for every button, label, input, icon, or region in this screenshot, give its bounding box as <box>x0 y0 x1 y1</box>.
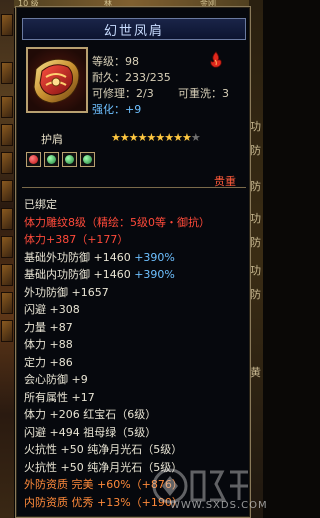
star-icon: ★ <box>111 131 121 144</box>
stat-line: 基础内功防御 +1460 +390% <box>24 266 250 284</box>
stat-bonus: +390% <box>130 250 175 264</box>
item-tooltip: 幻世凤肩 等级：98 耐久：233/235 可修理：2/3 可重洗：3 强化：+… <box>15 6 251 518</box>
star-icon: ★ <box>173 131 183 144</box>
skill-slot[interactable] <box>1 292 13 314</box>
item-durability: 耐久：233/235 <box>92 71 171 84</box>
side-char: 黄 <box>250 366 261 379</box>
stat-line: 体力+387（+177） <box>24 233 129 246</box>
gem-stat-line: 火抗性 +50 纯净月光石（5级） <box>24 443 183 456</box>
stat-line: 体力 +88 <box>24 338 73 351</box>
divider <box>22 187 246 188</box>
item-name: 幻世凤肩 <box>103 23 164 39</box>
stat-line: 外功防御 +1657 <box>24 285 109 299</box>
stat-line: 会心防御 +9 <box>24 373 88 386</box>
stat-text: 基础外功防御 +1460 <box>24 250 131 264</box>
skill-slot[interactable] <box>1 152 13 174</box>
skill-slot[interactable] <box>1 180 13 202</box>
star-icon: ★ <box>164 131 174 144</box>
star-icon: ★ <box>182 131 192 144</box>
star-icon: ★ <box>128 131 139 144</box>
side-char: 功 <box>250 120 261 133</box>
item-enhance: 强化：+9 <box>92 103 142 116</box>
skill-slot[interactable] <box>1 236 13 258</box>
item-title-bar: 幻世凤肩 <box>22 18 246 40</box>
side-char: 功 <box>250 264 261 277</box>
stat-line: 闪避 +308 <box>24 303 80 316</box>
bound-status: 已绑定 <box>24 198 57 211</box>
aptitude-line: 外防资质 完美 +60%（+876） <box>24 478 183 491</box>
gem-socket-red <box>26 152 41 167</box>
stat-line: 力量 +87 <box>24 320 73 334</box>
game-background-left <box>0 0 14 518</box>
side-char: 防 <box>250 180 261 193</box>
skill-slot[interactable] <box>1 208 13 230</box>
gem-sockets <box>26 152 95 168</box>
skill-slot[interactable] <box>1 96 13 118</box>
stat-line: 所有属性 +17 <box>24 390 95 404</box>
stat-line: 基础外功防御 +1460 +390% <box>24 249 250 267</box>
star-icon: ★ <box>190 131 201 144</box>
stat-list: 已绑定 体力雕纹8级（精绘：5级0等・御抗） 体力+387（+177） 基础外功… <box>24 196 250 511</box>
item-repair-count: 可修理：2/3 <box>92 87 154 100</box>
skill-slot[interactable] <box>1 264 13 286</box>
stat-line: 定力 +86 <box>24 355 73 369</box>
side-char: 防 <box>250 144 261 157</box>
game-background-right: 功 防 防 功 防 功 防 黄 <box>249 0 263 518</box>
star-rating: ★★★★★★★★★★ <box>111 131 201 144</box>
gem-stat-line: 火抗性 +50 纯净月光石（5级） <box>24 460 183 474</box>
item-icon <box>26 47 88 113</box>
gem-stat-line: 体力 +206 红宝石（6级） <box>24 408 157 421</box>
side-char: 防 <box>250 288 261 301</box>
shoulder-guard-icon <box>33 58 80 104</box>
side-char: 功 <box>250 212 261 225</box>
gem-stat-line: 闪避 +494 祖母绿（5级） <box>24 425 157 439</box>
side-char: 防 <box>250 236 261 249</box>
gem-socket-green <box>80 152 95 167</box>
item-level: 等级：98 <box>92 55 139 68</box>
stat-text: 基础内功防御 +1460 <box>24 268 131 281</box>
star-icon: ★ <box>155 131 165 144</box>
skill-slot[interactable] <box>1 320 13 342</box>
skill-slot[interactable] <box>1 124 13 146</box>
star-icon: ★ <box>137 131 148 144</box>
star-icon: ★ <box>119 131 130 144</box>
stat-bonus: +390% <box>130 268 175 281</box>
watermark-text: WWW.SXDS.COM <box>170 500 268 511</box>
gem-socket-green <box>62 152 77 167</box>
skill-slot[interactable] <box>1 14 13 36</box>
engraving-stat: 体力雕纹8级（精绘：5级0等・御抗） <box>24 215 210 229</box>
flame-emblem-icon <box>210 51 222 68</box>
item-slot-label: 护肩 <box>41 133 63 146</box>
item-rewash-count: 可重洗：3 <box>178 87 229 100</box>
gem-socket-green <box>44 152 59 167</box>
skill-slot[interactable] <box>1 62 13 84</box>
